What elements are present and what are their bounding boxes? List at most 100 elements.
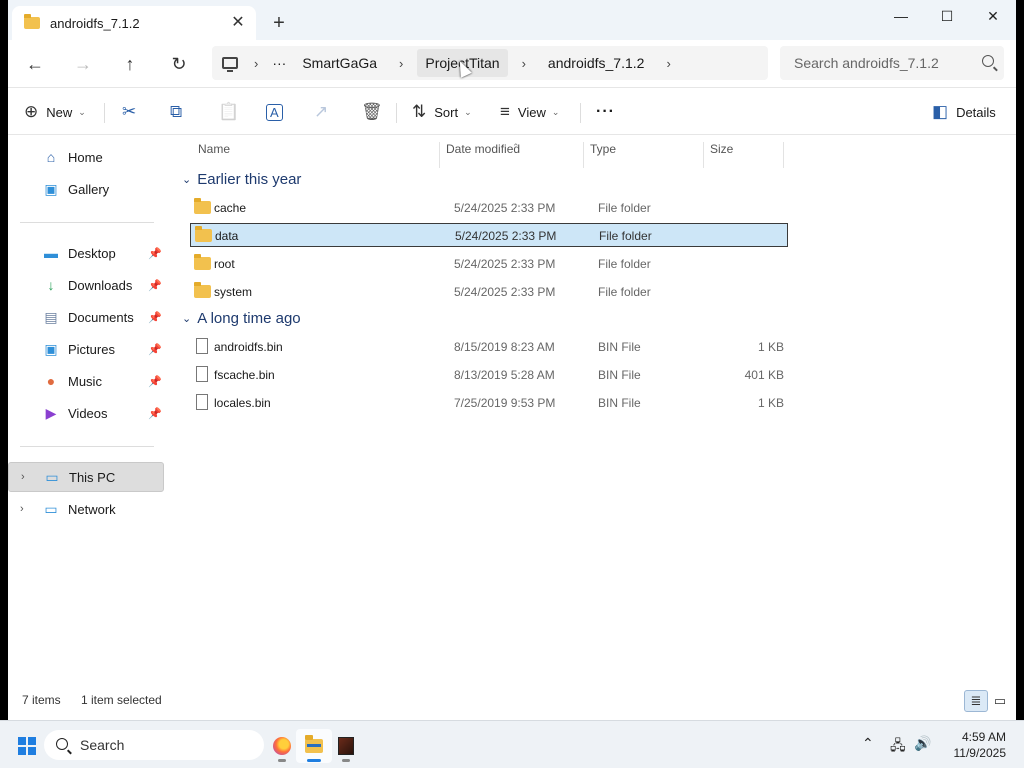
show-hidden-icons-icon[interactable]: ⌃ (862, 735, 874, 752)
file-row-locales-bin[interactable]: locales.bin 7/25/2019 9:53 PM BIN File 1… (190, 391, 788, 415)
taskbar-app-file-explorer[interactable] (296, 729, 332, 763)
column-divider[interactable] (439, 142, 440, 168)
taskbar-app-game[interactable] (328, 729, 364, 763)
details-pane-icon: ◧ (932, 102, 949, 121)
share-button[interactable]: ↗ (314, 99, 336, 125)
file-row-system[interactable]: system 5/24/2025 2:33 PM File folder (190, 280, 788, 304)
up-button[interactable]: ↑ (115, 50, 145, 78)
chevron-right-icon[interactable]: › (20, 503, 24, 515)
close-button[interactable]: ✕ (970, 0, 1016, 32)
group-title: A long time ago (197, 309, 301, 327)
file-type: File folder (599, 229, 652, 243)
breadcrumb-separator: › (399, 55, 404, 71)
sidebar-item-downloads[interactable]: ↓ Downloads 📌 (8, 270, 164, 300)
file-name: locales.bin (214, 396, 271, 410)
list-view-icon: ≣ (970, 693, 982, 708)
view-icon: ≡ (500, 102, 510, 121)
sort-button[interactable]: ⇅ Sort ⌄ (412, 99, 472, 125)
pin-icon[interactable]: 📌 (148, 343, 162, 356)
address-bar[interactable]: › ··· SmartGaGa › ProjectTitan › android… (212, 46, 768, 80)
column-divider[interactable] (783, 142, 784, 168)
sidebar-item-label: Network (68, 501, 116, 517)
tab-androidfs[interactable]: androidfs_7.1.2 ✕ (12, 6, 256, 40)
share-icon: ↗ (314, 102, 329, 121)
item-count: 7 items (22, 693, 61, 707)
rename-button[interactable]: A (266, 99, 291, 125)
pin-icon[interactable]: 📌 (148, 407, 162, 420)
taskbar: Search ⌃ 🖧 🔊 4:59 AM 11/9/2025 (0, 720, 1024, 768)
volume-icon[interactable]: 🔊 (914, 735, 931, 752)
sidebar-item-videos[interactable]: ▶ Videos 📌 (8, 398, 164, 428)
download-icon: ↓ (47, 277, 55, 293)
sidebar-item-label: Music (68, 373, 102, 389)
column-header-size[interactable]: Size (710, 142, 733, 156)
back-button[interactable]: ← (20, 50, 50, 78)
pin-icon[interactable]: 📌 (148, 247, 162, 260)
column-divider[interactable] (703, 142, 704, 168)
minimize-button[interactable]: — (878, 0, 924, 32)
cut-button[interactable]: ✂ (122, 99, 144, 125)
sidebar-item-documents[interactable]: ▤ Documents 📌 (8, 302, 164, 332)
search-input[interactable]: Search androidfs_7.1.2 (780, 46, 1004, 80)
file-date: 5/24/2025 2:33 PM (454, 201, 556, 215)
column-header-type[interactable]: Type (590, 142, 616, 156)
file-name: data (215, 229, 239, 243)
tiles-view-button[interactable]: ▭ (988, 690, 1012, 712)
sidebar-item-home[interactable]: ⌂ Home (8, 142, 164, 172)
file-row-fscache-bin[interactable]: fscache.bin 8/13/2019 5:28 AM BIN File 4… (190, 363, 788, 387)
forward-button[interactable]: → (68, 50, 98, 78)
chevron-right-icon[interactable]: › (21, 471, 25, 483)
sidebar-item-pictures[interactable]: ▣ Pictures 📌 (8, 334, 164, 364)
taskbar-clock[interactable]: 4:59 AM 11/9/2025 (954, 729, 1007, 761)
sidebar-item-label: Downloads (68, 277, 133, 293)
breadcrumb-overflow-button[interactable]: ··· (272, 55, 286, 71)
file-row-androidfs-bin[interactable]: androidfs.bin 8/15/2019 8:23 AM BIN File… (190, 335, 788, 359)
cut-icon: ✂ (122, 102, 137, 121)
more-options-button[interactable]: ··· (596, 99, 615, 125)
copy-button[interactable]: ⧉ (170, 99, 190, 125)
file-type: File folder (598, 201, 651, 215)
refresh-button[interactable]: ↻ (164, 50, 194, 78)
paste-button[interactable]: 📋 (218, 99, 247, 125)
breadcrumb-androidfs[interactable]: androidfs_7.1.2 (540, 49, 653, 77)
clock-date: 11/9/2025 (953, 746, 1007, 760)
file-row-root[interactable]: root 5/24/2025 2:33 PM File folder (190, 252, 788, 276)
file-name: cache (214, 201, 247, 215)
chevron-down-icon: ⌄ (464, 106, 472, 117)
group-header-earlier-this-year[interactable]: ⌄ Earlier this year (182, 168, 301, 190)
new-tab-button[interactable]: + (268, 12, 290, 34)
taskbar-app-firefox[interactable] (264, 729, 300, 763)
file-row-data[interactable]: data 5/24/2025 2:33 PM File folder (190, 223, 788, 247)
pin-icon[interactable]: 📌 (148, 279, 162, 292)
sidebar-item-this-pc[interactable]: › ▭ This PC (8, 462, 164, 492)
folder-icon (24, 14, 40, 29)
taskbar-search[interactable]: Search (44, 730, 264, 760)
column-divider[interactable] (583, 142, 584, 168)
sidebar-divider (20, 222, 154, 223)
start-button[interactable] (18, 737, 36, 755)
pictures-icon: ▣ (44, 340, 58, 357)
new-button[interactable]: ⊕ New ⌄ (24, 99, 86, 125)
pin-icon[interactable]: 📌 (148, 375, 162, 388)
file-row-cache[interactable]: cache 5/24/2025 2:33 PM File folder (190, 196, 788, 220)
details-view-button[interactable]: ≣ (964, 690, 988, 712)
taskbar-search-label: Search (80, 737, 125, 753)
delete-button[interactable]: 🗑 (361, 99, 391, 125)
column-header-row: Name ⌃ Date modified Type Size (172, 136, 792, 168)
view-button[interactable]: ≡ View ⌄ (500, 99, 559, 125)
sidebar-item-gallery[interactable]: ▣ Gallery (8, 174, 164, 204)
sidebar-item-desktop[interactable]: ▬ Desktop 📌 (8, 238, 164, 268)
pin-icon[interactable]: 📌 (148, 311, 162, 324)
tab-close-icon[interactable]: ✕ (228, 13, 248, 33)
network-icon[interactable]: 🖧 (890, 735, 906, 759)
breadcrumb-smartgaga[interactable]: SmartGaGa (294, 49, 385, 77)
maximize-button[interactable]: ☐ (924, 0, 970, 32)
sidebar-item-music[interactable]: ● Music 📌 (8, 366, 164, 396)
details-pane-button[interactable]: ◧ Details (932, 99, 996, 125)
folder-icon (194, 282, 211, 298)
group-header-a-long-time-ago[interactable]: ⌄ A long time ago (182, 307, 301, 329)
sidebar-item-network[interactable]: › ▭ Network (8, 494, 164, 524)
column-header-name[interactable]: Name (198, 142, 230, 156)
column-header-date[interactable]: Date modified (446, 142, 520, 156)
file-date: 7/25/2019 9:53 PM (454, 396, 556, 410)
